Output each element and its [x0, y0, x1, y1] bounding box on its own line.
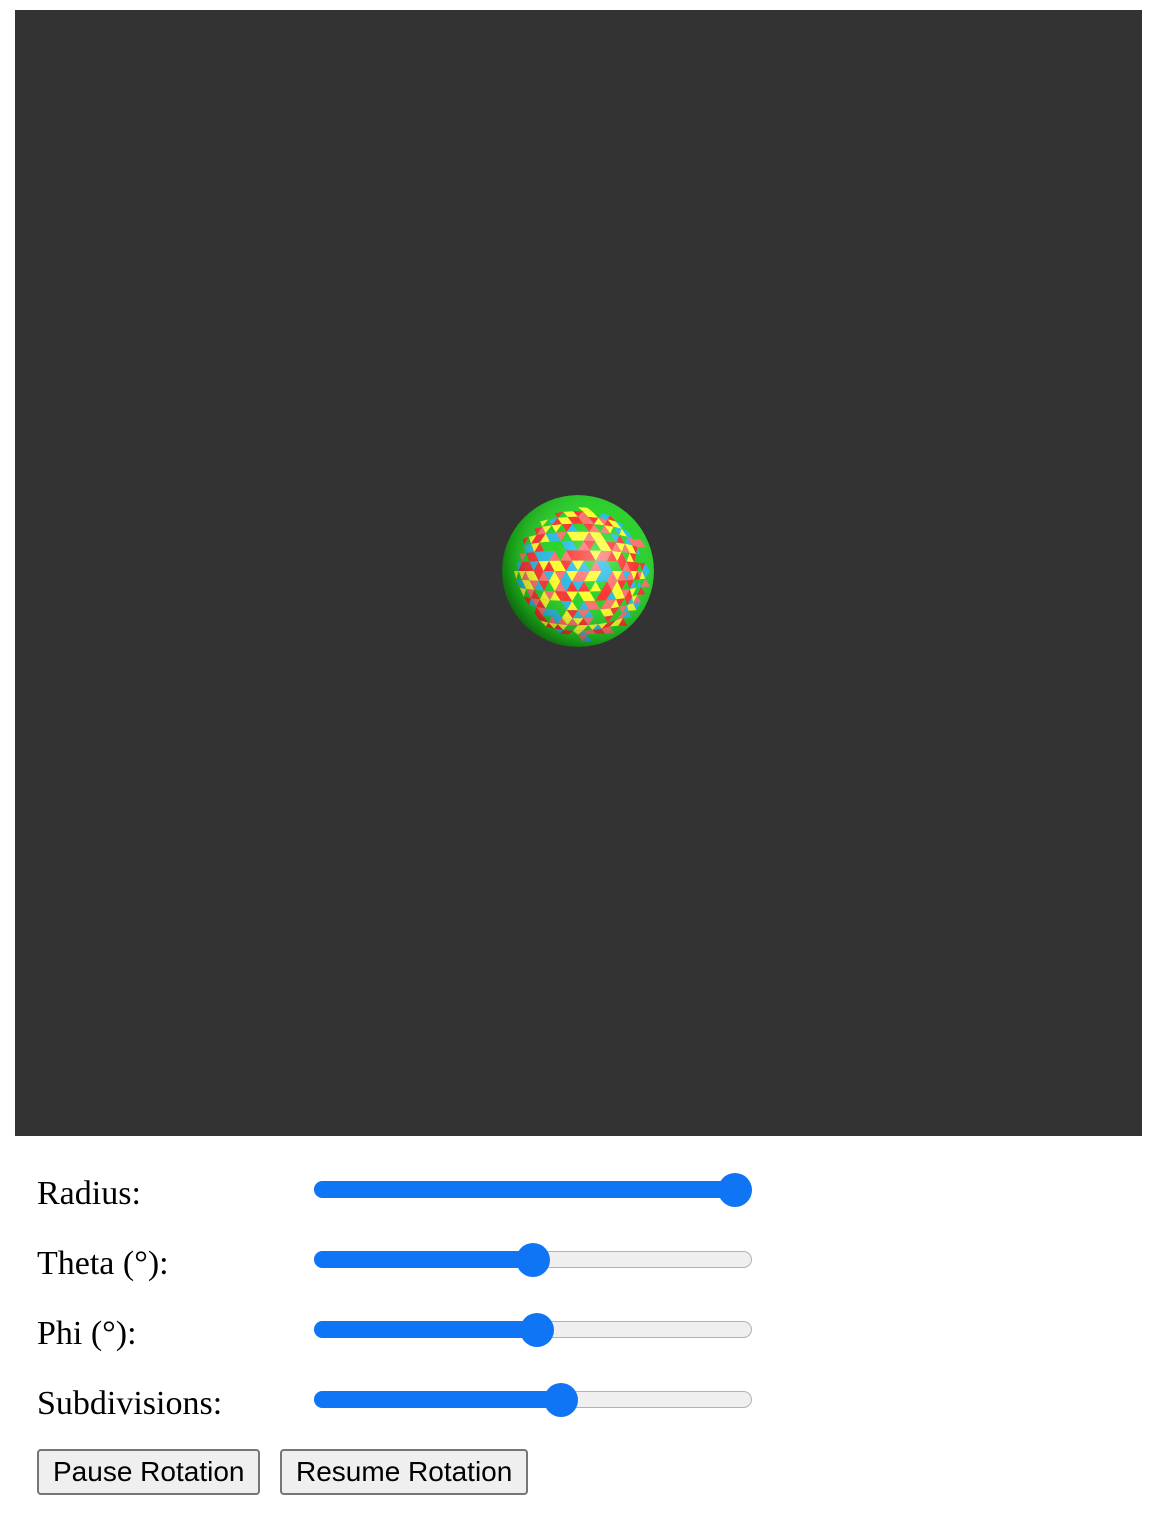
radius-control: Radius:	[37, 1173, 797, 1236]
theta-label: Theta (°):	[37, 1245, 169, 1282]
phi-slider-thumb[interactable]	[520, 1313, 555, 1347]
theta-control: Theta (°):	[37, 1243, 797, 1306]
phi-slider-fill	[314, 1321, 538, 1338]
radius-slider[interactable]	[314, 1173, 754, 1207]
radius-label: Radius:	[37, 1175, 141, 1212]
subdivisions-label: Subdivisions:	[37, 1385, 223, 1422]
subdivisions-slider-fill	[314, 1391, 562, 1408]
theta-slider-thumb[interactable]	[516, 1243, 550, 1277]
radius-slider-fill	[314, 1181, 735, 1198]
phi-control: Phi (°):	[37, 1313, 797, 1376]
subdivisions-control: Subdivisions:	[37, 1383, 797, 1446]
resume-rotation-button[interactable]: Resume Rotation	[280, 1449, 529, 1495]
radius-slider-thumb[interactable]	[718, 1173, 752, 1207]
sphere-render	[502, 495, 654, 647]
render-canvas[interactable]	[15, 10, 1142, 1136]
theta-slider-fill	[314, 1251, 533, 1268]
subdivisions-slider-thumb[interactable]	[544, 1383, 579, 1417]
sphere-shading	[502, 495, 654, 647]
pause-rotation-button[interactable]: Pause Rotation	[37, 1449, 261, 1495]
theta-slider[interactable]	[314, 1243, 754, 1277]
phi-label: Phi (°):	[37, 1315, 137, 1352]
subdivisions-slider[interactable]	[314, 1383, 754, 1417]
phi-slider[interactable]	[314, 1313, 754, 1347]
